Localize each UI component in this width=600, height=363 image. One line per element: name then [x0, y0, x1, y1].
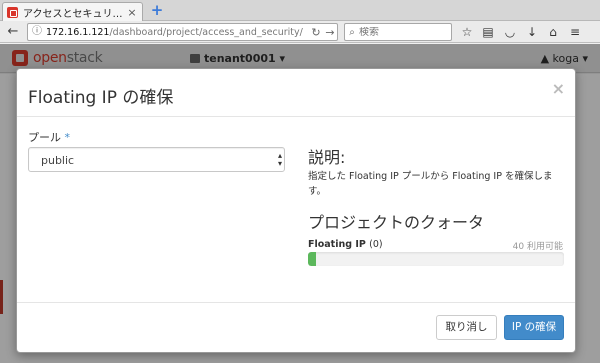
go-arrow-icon[interactable]: →	[323, 26, 337, 39]
reading-list-icon[interactable]: ▤	[480, 24, 496, 40]
new-tab-button[interactable]: +	[150, 2, 164, 18]
quota-progress-fill	[308, 252, 316, 266]
pocket-icon[interactable]: ◡	[502, 24, 518, 40]
pool-select-value: public	[41, 154, 75, 167]
menu-icon[interactable]: ≡	[567, 24, 583, 40]
openstack-favicon-icon	[7, 6, 18, 18]
tab-close-icon[interactable]: ×	[126, 6, 138, 19]
modal-header: Floating IP の確保 ×	[17, 69, 575, 117]
modal-footer: 取り消し IP の確保	[17, 302, 575, 353]
search-bar[interactable]: ⌕	[344, 23, 452, 41]
quota-title: プロジェクトのクォータ	[308, 213, 485, 232]
search-icon: ⌕	[349, 26, 355, 38]
browser-navbar: ← ⓘ 172.16.1.121/dashboard/project/acces…	[0, 21, 600, 43]
help-title: 説明:	[308, 148, 346, 167]
select-arrows-icon: ▴ ▾	[277, 151, 282, 168]
required-marker: *	[64, 131, 71, 144]
bookmark-star-icon[interactable]: ☆	[459, 24, 475, 40]
url-bar[interactable]: ⓘ 172.16.1.121/dashboard/project/access_…	[27, 23, 338, 41]
back-icon[interactable]: ←	[5, 24, 21, 40]
tab-title: アクセスとセキュリ…	[23, 8, 123, 20]
download-icon[interactable]: ↓	[524, 24, 540, 40]
browser-tab[interactable]: アクセスとセキュリ… ×	[2, 2, 143, 21]
quota-available: 40 利用可能	[512, 242, 563, 252]
help-text: 指定した Floating IP プールから Floating IP を確保しま…	[308, 171, 553, 197]
browser-tabbar: アクセスとセキュリ… × +	[0, 0, 600, 21]
pool-label: プール *	[28, 131, 71, 144]
url-text[interactable]: 172.16.1.121/dashboard/project/access_an…	[44, 27, 309, 38]
allocate-ip-button[interactable]: IP の確保	[504, 315, 564, 340]
reload-icon[interactable]: ↻	[309, 26, 323, 39]
pool-select[interactable]: public ▴ ▾	[28, 147, 285, 172]
search-input[interactable]	[359, 26, 449, 38]
quota-progress-bar	[308, 252, 564, 266]
info-icon[interactable]: ⓘ	[30, 25, 44, 39]
allocate-floating-ip-modal: Floating IP の確保 × プール * public ▴ ▾ 説明: 指定…	[16, 68, 576, 353]
quota-label: Floating IP (0)	[308, 239, 383, 250]
cancel-button[interactable]: 取り消し	[436, 315, 497, 340]
modal-title: Floating IP の確保	[28, 88, 174, 108]
close-icon[interactable]: ×	[552, 79, 565, 98]
home-icon[interactable]: ⌂	[545, 24, 561, 40]
